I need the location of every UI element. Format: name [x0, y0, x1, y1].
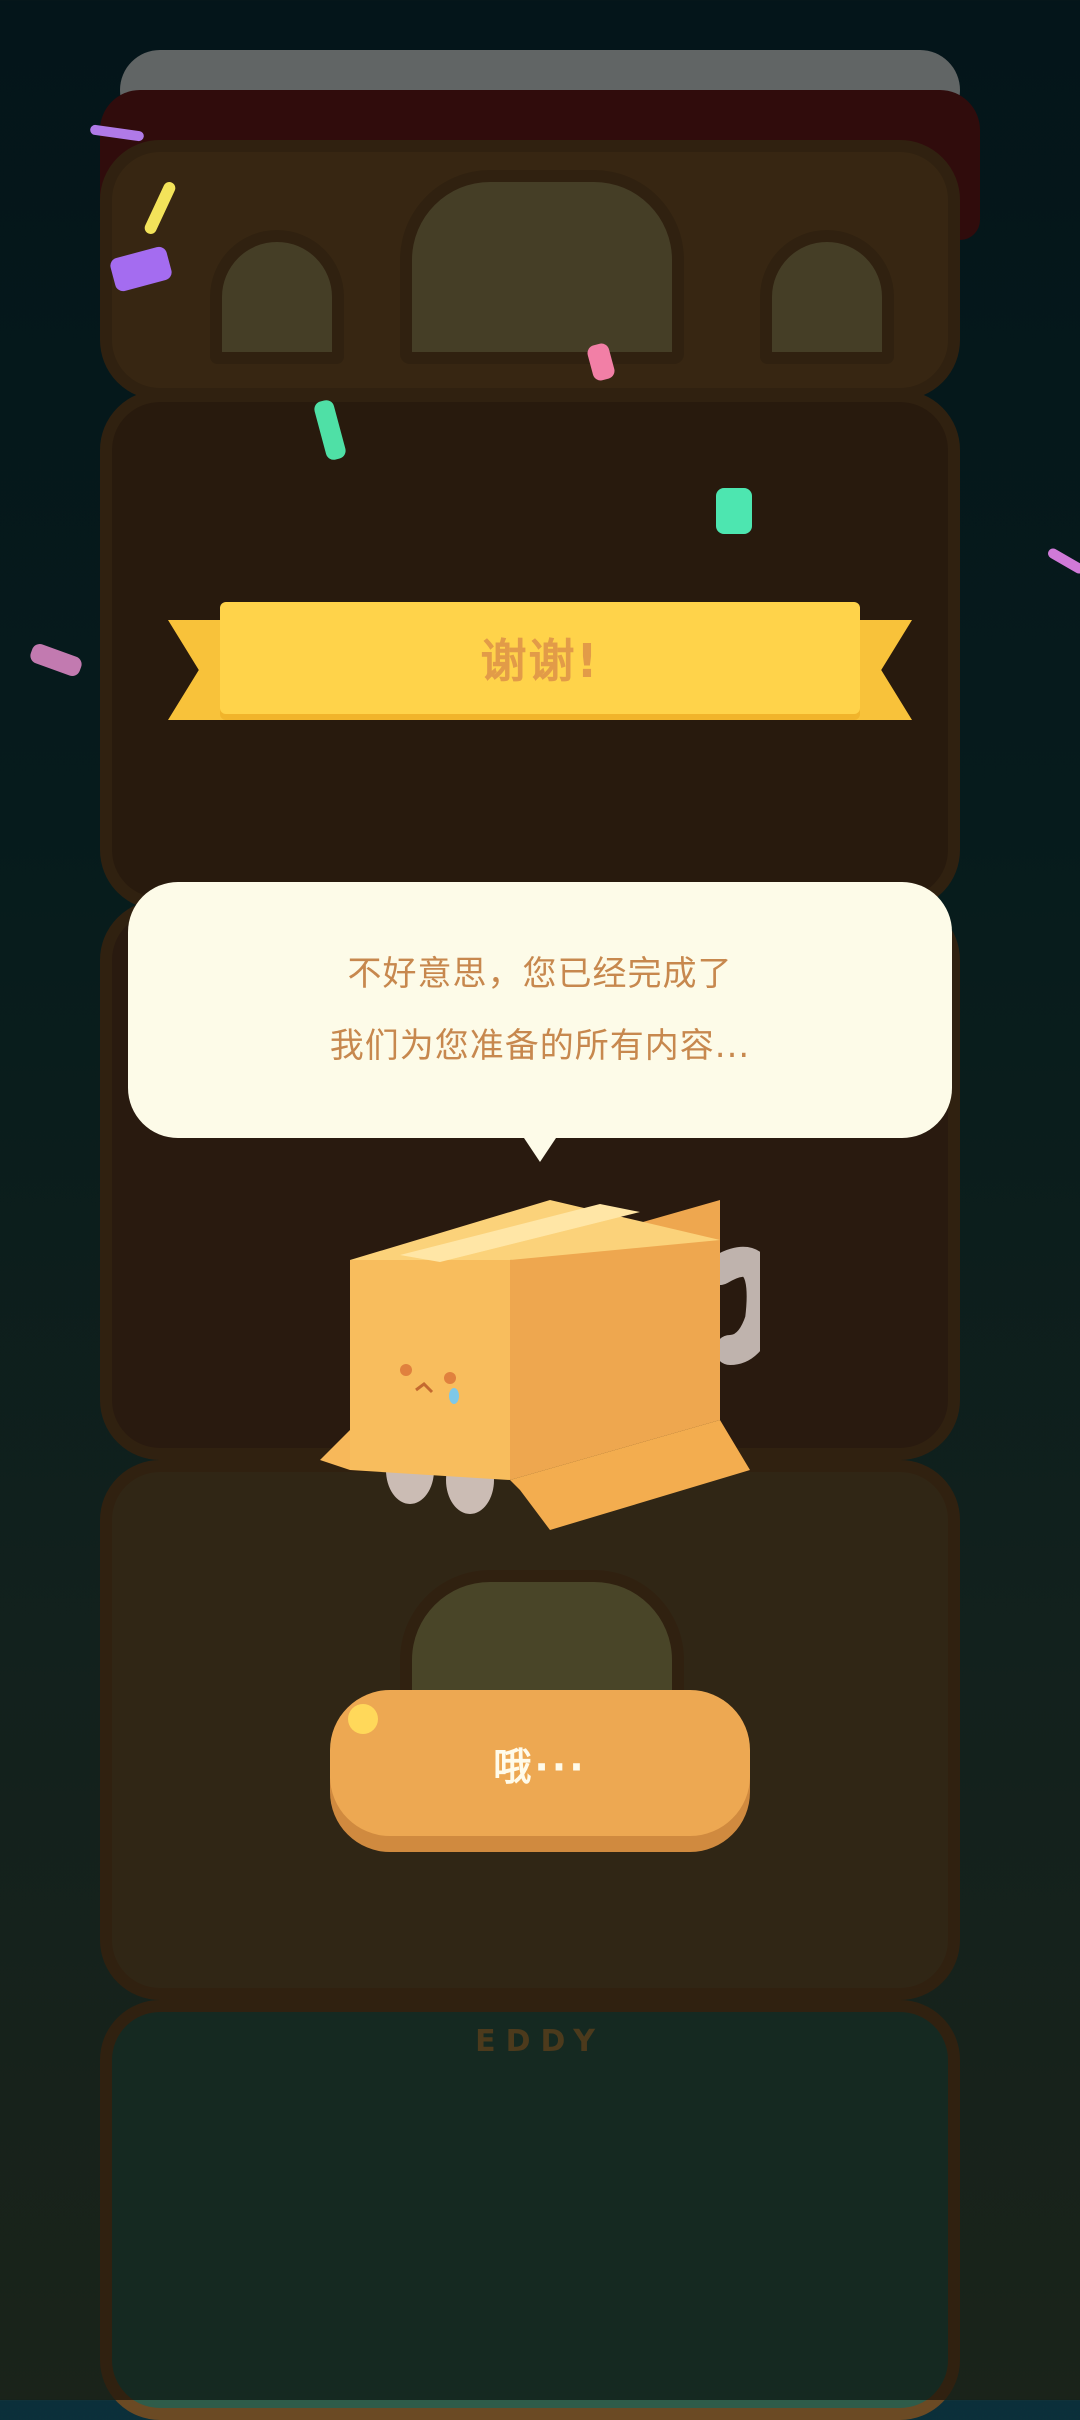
box-eye [400, 1364, 412, 1376]
cat-tail [705, 1246, 760, 1365]
confirm-button-label: 哦··· [493, 1744, 587, 1789]
confetti-icon [716, 488, 752, 534]
button-shine [348, 1704, 378, 1734]
box-flap-left [320, 1430, 350, 1470]
floor-sign: EDDY [475, 2024, 605, 2059]
thanks-banner: 谢谢! [168, 602, 912, 722]
dialog-line-1: 不好意思，您已经完成了 [347, 954, 733, 994]
cardboard-box-cat-icon [320, 1200, 760, 1530]
dialog-line-2: 我们为您准备的所有内容... [329, 1026, 751, 1066]
confirm-button[interactable]: 哦··· [330, 1690, 750, 1836]
box-eye [444, 1372, 456, 1384]
banner-title: 谢谢! [480, 634, 600, 688]
speech-bubble: 不好意思，您已经完成了 我们为您准备的所有内容... [128, 882, 952, 1162]
banner-main: 谢谢! [220, 602, 860, 714]
box-front [350, 1260, 510, 1480]
tear-drop [449, 1388, 459, 1404]
